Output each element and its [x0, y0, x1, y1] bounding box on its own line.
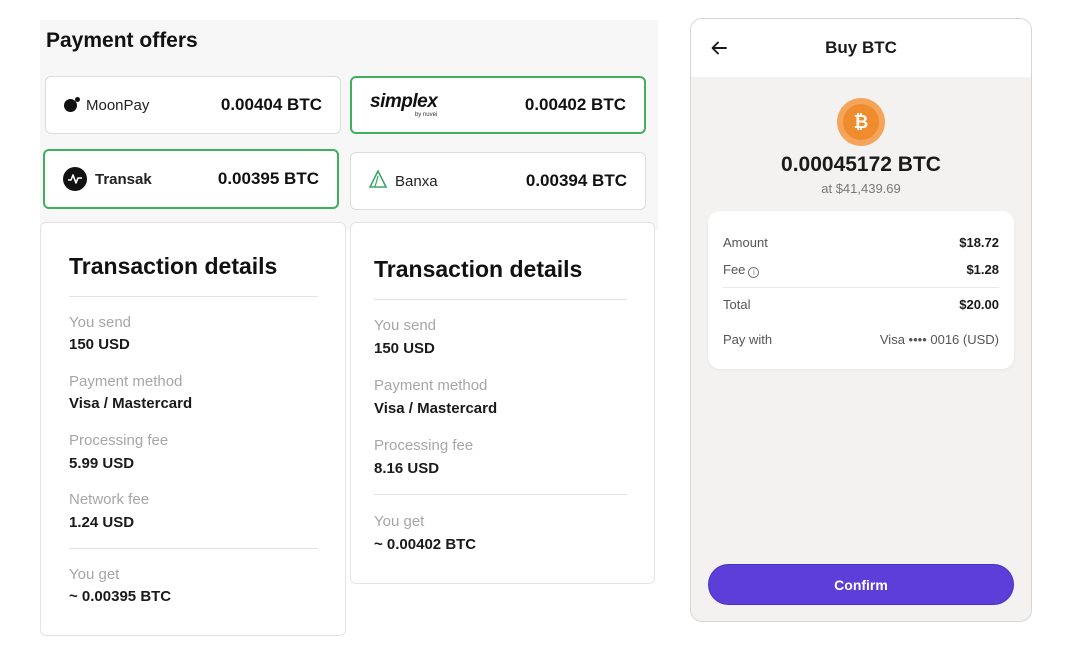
amount-label: Amount [723, 235, 768, 250]
divider [723, 287, 999, 288]
tx-value-you-get: ~ 0.00395 BTC [69, 588, 172, 605]
offer-provider-name: Banxa [395, 172, 438, 190]
tx-label-processing-fee: Processing fee [69, 432, 169, 449]
moonpay-logo-icon [64, 97, 80, 112]
buy-btc-screen: Buy BTC ₿ 0.00045172 BTC at $41,439.69 A… [690, 18, 1032, 622]
tx-value-you-get: ~ 0.00402 BTC [374, 536, 477, 553]
tx-label-payment-method: Payment method [374, 377, 488, 394]
offer-amount: 0.00395 BTC [217, 169, 319, 188]
simplex-logo: simplex by nuvei [370, 91, 438, 118]
banxa-logo-icon [368, 168, 388, 193]
offer-simplex[interactable]: simplex by nuvei 0.00402 BTC [350, 76, 646, 134]
offer-amount: 0.00404 BTC [220, 95, 322, 114]
offer-amount: 0.00402 BTC [524, 95, 626, 114]
tx-value-you-send: 150 USD [69, 336, 130, 353]
divider [374, 299, 627, 300]
tx-label-you-get: You get [69, 566, 120, 583]
offer-transak[interactable]: Transak 0.00395 BTC [43, 149, 339, 209]
tx-title: Transaction details [69, 253, 278, 279]
offers-title: Payment offers [46, 29, 198, 52]
offer-provider-name: Transak [95, 170, 152, 188]
offer-amount: 0.00394 BTC [525, 171, 627, 190]
fee-label: Fee i [723, 262, 760, 278]
divider [69, 548, 318, 549]
btc-amount: 0.00045172 BTC [781, 153, 941, 176]
tx-title: Transaction details [374, 256, 583, 282]
tx-value-network-fee: 1.24 USD [69, 514, 135, 531]
info-icon[interactable]: i [748, 267, 760, 278]
tx-label-you-send: You send [374, 317, 437, 334]
divider [69, 296, 318, 297]
total-value: $20.00 [959, 297, 999, 312]
tx-label-payment-method: Payment method [69, 373, 183, 390]
bitcoin-icon: ₿ [837, 98, 885, 146]
pay-with-label: Pay with [723, 332, 773, 347]
payment-offers-panel: Payment offers MoonPay 0.00404 BTC simpl… [40, 20, 658, 230]
offer-moonpay[interactable]: MoonPay 0.00404 BTC [45, 76, 341, 134]
confirm-button[interactable]: Confirm [708, 564, 1014, 605]
offer-provider-name: MoonPay [86, 96, 150, 114]
divider [374, 494, 627, 495]
transaction-details-card-simplex: Transaction details You send 150 USD Pay… [350, 222, 655, 584]
tx-value-payment-method: Visa / Mastercard [374, 400, 498, 417]
order-summary-card: Amount $18.72 Fee i $1.28 Total $20.00 Pa… [708, 211, 1014, 369]
total-label: Total [723, 297, 751, 312]
screen-header: Buy BTC [691, 19, 1031, 77]
offer-banxa[interactable]: Banxa 0.00394 BTC [350, 152, 646, 210]
btc-rate: at $41,439.69 [821, 181, 901, 196]
fee-value: $1.28 [966, 262, 999, 277]
tx-value-processing-fee: 5.99 USD [69, 455, 135, 472]
tx-label-processing-fee: Processing fee [374, 437, 474, 454]
tx-label-you-send: You send [69, 314, 132, 331]
tx-value-payment-method: Visa / Mastercard [69, 395, 193, 412]
tx-value-you-send: 150 USD [374, 340, 435, 357]
transak-logo-icon [63, 167, 87, 191]
transaction-details-card-transak: Transaction details You send 150 USD Pay… [40, 222, 346, 636]
amount-value: $18.72 [959, 235, 999, 250]
screen-title: Buy BTC [825, 38, 897, 57]
tx-label-you-get: You get [374, 513, 425, 530]
pay-with-value[interactable]: Visa •••• 0016 (USD) [880, 332, 999, 347]
tx-value-processing-fee: 8.16 USD [374, 460, 440, 477]
tx-label-network-fee: Network fee [69, 491, 150, 508]
